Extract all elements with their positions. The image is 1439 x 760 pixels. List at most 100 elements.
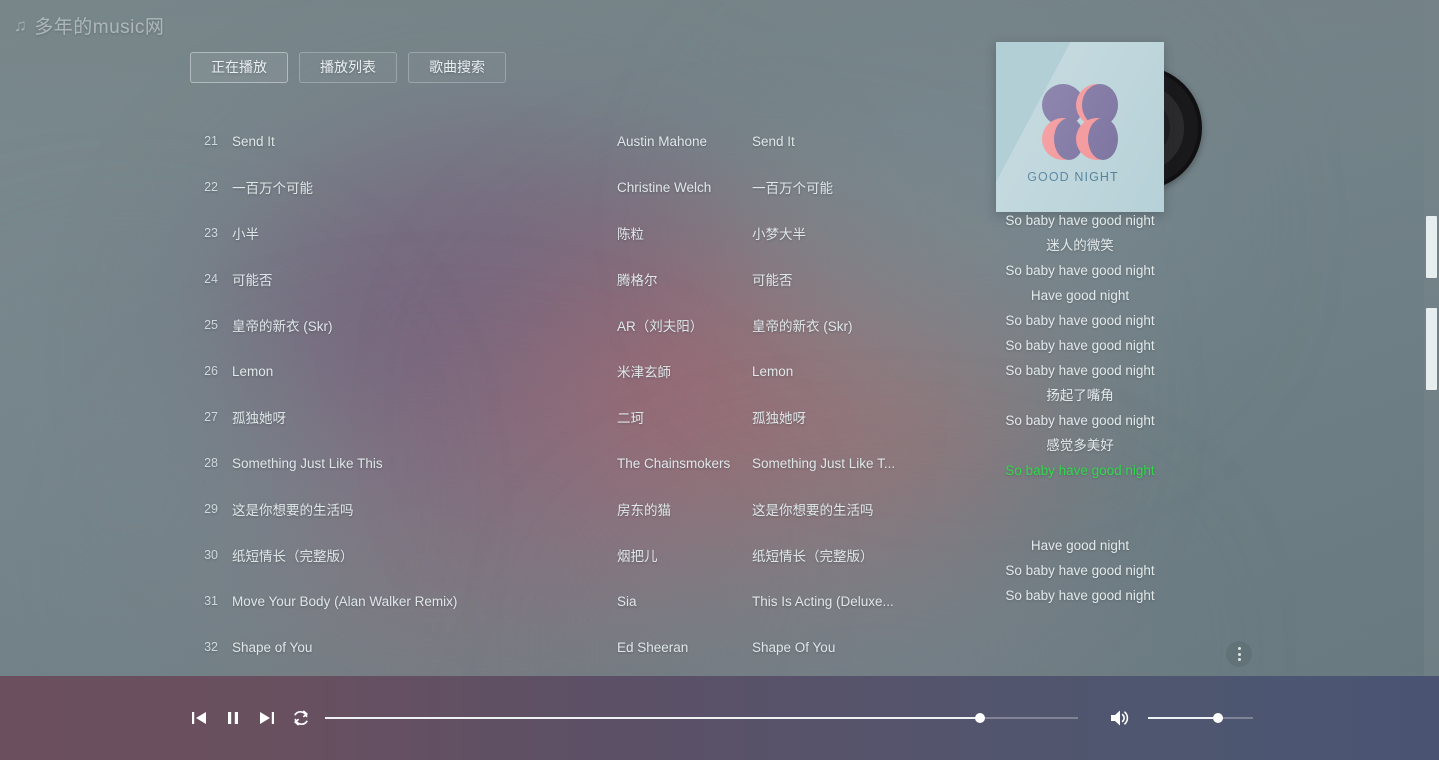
dot-icon [1237,647,1241,650]
volume-thumb[interactable] [1213,713,1224,723]
track-name: Shape of You [232,639,313,655]
previous-track-button[interactable] [186,705,212,731]
lyric-line: So baby have good night [1005,213,1155,228]
tab-0[interactable]: 正在播放 [190,52,288,83]
table-row[interactable]: 21 Send It Austin Mahone Send It [190,118,910,164]
music-note-icon: ♫ [14,16,28,35]
table-row[interactable]: 22 一百万个可能 Christine Welch 一百万个可能 [190,164,910,210]
track-name: 孤独她呀 [232,411,286,426]
track-num: 27 [204,410,218,424]
table-row[interactable]: 26 Lemon 米津玄師 Lemon [190,348,910,394]
track-num: 23 [204,226,218,240]
lyric-line: So baby have good night [1005,313,1155,328]
lyric-line: So baby have good night [1005,263,1155,278]
album-logo-icon [1042,84,1118,160]
track-name: 这是你想要的生活吗 [232,503,354,518]
music-player-app: ♫ 多年的music网 正在播放 播放列表 歌曲搜索 21 Send It Austin… [0,0,1439,760]
progress-fill [325,717,981,719]
site-title: ♫ 多年的music网 [14,12,164,39]
more-options-button[interactable] [1226,641,1252,667]
track-name: 一百万个可能 [232,181,313,196]
track-album: 这是你想要的生活吗 [752,503,874,518]
track-artist: The Chainsmokers [617,455,731,471]
volume-control [1108,706,1253,730]
table-row[interactable]: 29 这是你想要的生活吗 房东的猫 这是你想要的生活吗 [190,486,910,532]
track-album: 皇帝的新衣 (Skr) [752,319,853,334]
table-row[interactable]: 27 孤独她呀 二珂 孤独她呀 [190,394,910,440]
tab-1[interactable]: 播放列表 [299,52,397,83]
lyric-line [980,633,1180,638]
scrollbar-thumb[interactable] [1426,308,1437,390]
site-title-text: 多年的music网 [34,17,165,38]
track-name: 小半 [232,227,259,242]
progress-slider[interactable] [325,711,1078,725]
track-artist: 二珂 [617,411,644,426]
track-num: 21 [204,134,218,148]
table-row[interactable]: 32 Shape of You Ed Sheeran Shape Of You [190,624,910,670]
track-num: 28 [204,456,218,470]
track-name: 可能否 [232,273,273,288]
track-album: Send It [752,133,795,149]
volume-icon[interactable] [1108,706,1132,730]
track-artist: Christine Welch [617,179,712,195]
playback-controls [186,705,314,731]
progress-thumb[interactable] [975,713,986,723]
track-num: 31 [204,594,218,608]
track-num: 32 [204,640,218,654]
track-album: Lemon [752,363,794,379]
track-num: 25 [204,318,218,332]
track-album: This Is Acting (Deluxe... [752,593,894,609]
track-num: 24 [204,272,218,286]
lyric-line: 扬起了嘴角 [1046,388,1114,403]
lyric-line: 感觉多美好 [1046,438,1114,453]
track-album: 一百万个可能 [752,181,833,196]
table-row[interactable]: 30 纸短情长（完整版） 烟把儿 纸短情长（完整版） [190,532,910,578]
lyric-line: So baby have good night [1005,338,1155,353]
table-row[interactable]: 24 可能否 腾格尔 可能否 [190,256,910,302]
lyric-line: So baby have good night [1005,413,1155,428]
track-artist: Ed Sheeran [617,639,689,655]
track-album: Shape Of You [752,639,836,655]
dot-icon [1237,658,1241,661]
track-artist: Sia [617,593,637,609]
track-name: Something Just Like This [232,455,383,471]
lyric-line-active: So baby have good night [1005,463,1155,478]
album-cover-title: GOOD NIGHT [1027,170,1119,184]
lyric-line: So baby have good night [1005,588,1155,603]
tab-2[interactable]: 歌曲搜索 [408,52,506,83]
track-name: Move Your Body (Alan Walker Remix) [232,593,458,609]
lyric-line [980,608,1180,633]
table-row[interactable]: 28 Something Just Like This The Chainsmoke… [190,440,910,486]
repeat-button[interactable] [288,705,314,731]
lyrics-panel[interactable]: So baby have good night 迷人的微笑 So baby have… [980,208,1180,638]
lyric-line [980,508,1180,533]
track-artist: Austin Mahone [617,133,708,149]
album-art[interactable]: GOOD NIGHT [996,42,1202,212]
tab-bar: 正在播放 播放列表 歌曲搜索 [190,52,506,83]
track-num: 29 [204,502,218,516]
scrollbar-thumb[interactable] [1426,216,1437,278]
table-row[interactable]: 31 Move Your Body (Alan Walker Remix) Sia T… [190,578,910,624]
track-artist: 烟把儿 [617,549,658,564]
play-pause-button[interactable] [220,705,246,731]
track-num: 22 [204,180,218,194]
track-album: 小梦大半 [752,227,806,242]
track-album: 可能否 [752,273,793,288]
lyric-line: Have good night [1030,288,1130,303]
lyric-line [980,483,1180,508]
table-row[interactable]: 25 皇帝的新衣 (Skr) AR（刘夫阳） 皇帝的新衣 (Skr) [190,302,910,348]
track-num: 26 [204,364,218,378]
player-bar [0,676,1439,760]
track-album: Something Just Like T... [752,455,896,471]
album-sleeve: GOOD NIGHT [996,42,1164,212]
next-track-button[interactable] [254,705,280,731]
page-scrollbar[interactable] [1424,0,1439,676]
volume-slider[interactable] [1148,711,1253,725]
track-list: 21 Send It Austin Mahone Send It 22 一百万个可能 Chr… [190,118,910,670]
table-row[interactable]: 23 小半 陈粒 小梦大半 [190,210,910,256]
track-artist: 腾格尔 [617,273,658,288]
track-artist: 米津玄師 [617,365,671,380]
lyric-line: 迷人的微笑 [1046,238,1114,253]
dot-icon [1237,652,1241,656]
track-num: 30 [204,548,218,562]
